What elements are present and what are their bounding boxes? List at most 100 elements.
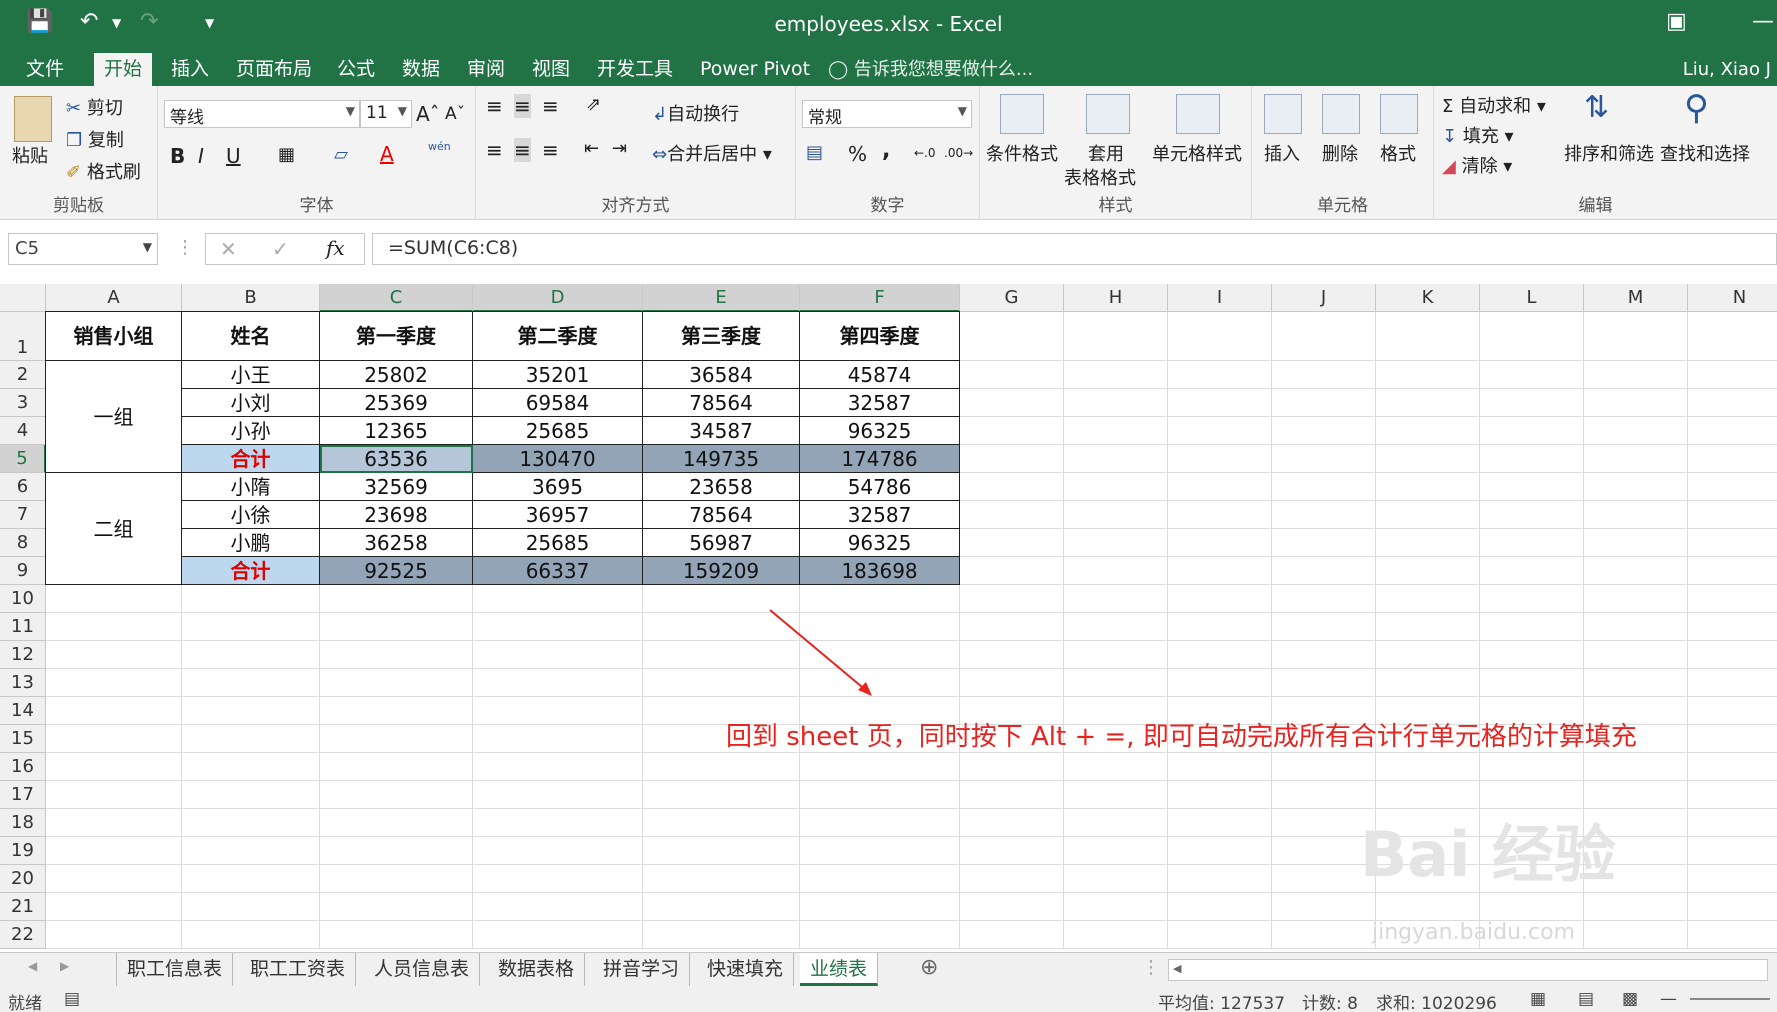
column-header[interactable]: D [473, 284, 643, 312]
column-header[interactable]: E [643, 284, 800, 312]
font-color-icon[interactable]: A [380, 142, 394, 166]
total-value-cell[interactable]: 92525 [320, 557, 473, 585]
value-cell[interactable]: 23698 [320, 501, 473, 529]
sheet-tab[interactable]: 数据表格 [488, 953, 586, 986]
total-label-cell[interactable]: 合计 [182, 445, 320, 473]
bold-button[interactable]: B [170, 144, 185, 168]
format-painter-button[interactable]: ✐ 格式刷 [66, 158, 141, 184]
autosum-button[interactable]: Σ 自动求和 ▾ [1442, 92, 1546, 118]
decrease-font-icon[interactable]: Aˇ [445, 104, 465, 124]
row-header[interactable]: 15 [0, 725, 46, 753]
tell-me-box[interactable]: ◯ 告诉我您想要做什么... [828, 53, 1033, 86]
user-account[interactable]: Liu, Xiao J [1683, 53, 1771, 86]
total-value-cell[interactable]: 63536 [320, 445, 473, 473]
row-header[interactable]: 20 [0, 865, 46, 893]
name-cell[interactable]: 小孙 [182, 417, 320, 445]
value-cell[interactable]: 96325 [800, 529, 960, 557]
tab-home[interactable]: 开始 [94, 53, 153, 86]
copy-button[interactable]: ❐ 复制 [66, 126, 124, 152]
clear-button[interactable]: ◢ 清除 ▾ [1442, 152, 1512, 178]
paste-icon[interactable] [14, 96, 52, 142]
value-cell[interactable]: 25685 [473, 417, 643, 445]
value-cell[interactable]: 3695 [473, 473, 643, 501]
total-value-cell[interactable]: 130470 [473, 445, 643, 473]
zoom-slider[interactable] [1690, 998, 1770, 1000]
row-header[interactable]: 11 [0, 613, 46, 641]
conditional-format-icon[interactable] [1000, 94, 1044, 134]
insert-function-icon[interactable]: fx [326, 236, 345, 260]
row-header[interactable]: 9 [0, 557, 46, 585]
sheet-tab-active[interactable]: 业绩表 [800, 953, 879, 986]
row-header[interactable]: 2 [0, 361, 46, 389]
name-cell[interactable]: 小徐 [182, 501, 320, 529]
row-header[interactable]: 14 [0, 697, 46, 725]
align-middle-icon[interactable]: ≡ [514, 94, 531, 118]
column-header[interactable]: A [46, 284, 182, 312]
value-cell[interactable]: 12365 [320, 417, 473, 445]
sheet-tab[interactable]: 职工工资表 [240, 953, 357, 986]
value-cell[interactable]: 32569 [320, 473, 473, 501]
total-value-cell[interactable]: 183698 [800, 557, 960, 585]
value-cell[interactable]: 56987 [643, 529, 800, 557]
enter-icon[interactable]: ✓ [272, 237, 289, 261]
scroll-left-icon[interactable]: ◀ [28, 959, 37, 973]
increase-decimal-icon[interactable]: ←.0 [914, 146, 936, 160]
name-box[interactable]: C5 ▼ [8, 233, 158, 265]
conditional-format-button[interactable]: 条件格式 [986, 140, 1058, 166]
align-left-icon[interactable]: ≡ [486, 138, 503, 162]
cell-styles-icon[interactable] [1176, 94, 1220, 134]
orientation-icon[interactable]: ⇗ [586, 94, 601, 115]
table-header-cell[interactable]: 销售小组 [46, 312, 182, 361]
table-format-button-line1[interactable]: 套用 [1088, 140, 1124, 166]
row-header[interactable]: 16 [0, 753, 46, 781]
underline-button[interactable]: U [226, 144, 241, 168]
value-cell[interactable]: 36258 [320, 529, 473, 557]
comma-button[interactable]: , [882, 138, 890, 163]
row-header[interactable]: 5 [0, 445, 46, 473]
align-center-icon[interactable]: ≡ [514, 138, 531, 162]
phonetic-button[interactable]: wén [428, 140, 451, 153]
row-header[interactable]: 4 [0, 417, 46, 445]
increase-font-icon[interactable]: Aˆ [416, 102, 440, 126]
value-cell[interactable]: 34587 [643, 417, 800, 445]
name-cell[interactable]: 小鹏 [182, 529, 320, 557]
column-header[interactable]: N [1688, 284, 1777, 312]
merge-center-button[interactable]: ⇔合并后居中 ▾ [652, 140, 772, 166]
borders-icon[interactable]: ▦ [278, 144, 295, 165]
currency-icon[interactable]: ▤ [806, 142, 823, 163]
table-format-button-line2[interactable]: 表格格式 [1064, 164, 1136, 190]
sheet-tab[interactable]: 快速填充 [697, 953, 795, 986]
tab-file[interactable]: 文件 [16, 53, 74, 86]
insert-cells-button[interactable]: 插入 [1264, 140, 1300, 166]
tab-review[interactable]: 审阅 [457, 53, 515, 86]
spreadsheet-grid[interactable]: ABCDEFGHIJKLMN 1 2 3 4 5 6 7 8 9 10 11 12 13 14 15 16 17… [0, 284, 1777, 952]
total-value-cell[interactable]: 174786 [800, 445, 960, 473]
insert-cells-icon[interactable] [1264, 94, 1302, 134]
cell-styles-button[interactable]: 单元格样式 [1152, 140, 1242, 166]
name-cell[interactable]: 小刘 [182, 389, 320, 417]
row-header[interactable]: 1 [0, 312, 46, 361]
group-cell[interactable]: 一组 [46, 361, 182, 473]
row-header[interactable]: 17 [0, 781, 46, 809]
tab-formulas[interactable]: 公式 [327, 53, 385, 86]
fill-button[interactable]: ↧ 填充 ▾ [1442, 122, 1514, 148]
value-cell[interactable]: 25802 [320, 361, 473, 389]
minimize-icon[interactable]: — [1752, 9, 1774, 34]
value-cell[interactable]: 32587 [800, 389, 960, 417]
value-cell[interactable]: 78564 [643, 501, 800, 529]
row-header[interactable]: 19 [0, 837, 46, 865]
column-header[interactable]: L [1480, 284, 1584, 312]
decrease-indent-icon[interactable]: ⇤ [584, 138, 599, 159]
table-header-cell[interactable]: 第四季度 [800, 312, 960, 361]
table-header-cell[interactable]: 第一季度 [320, 312, 473, 361]
column-header[interactable]: G [960, 284, 1064, 312]
sheet-tab[interactable]: 拼音学习 [593, 953, 691, 986]
delete-cells-button[interactable]: 删除 [1322, 140, 1358, 166]
cancel-icon[interactable]: ✕ [220, 237, 237, 261]
paste-button[interactable]: 粘贴 [12, 142, 48, 168]
value-cell[interactable]: 35201 [473, 361, 643, 389]
column-header[interactable]: B [182, 284, 320, 312]
cut-button[interactable]: ✂ 剪切 [66, 94, 123, 120]
column-header[interactable]: C [320, 284, 473, 312]
name-cell[interactable]: 小王 [182, 361, 320, 389]
